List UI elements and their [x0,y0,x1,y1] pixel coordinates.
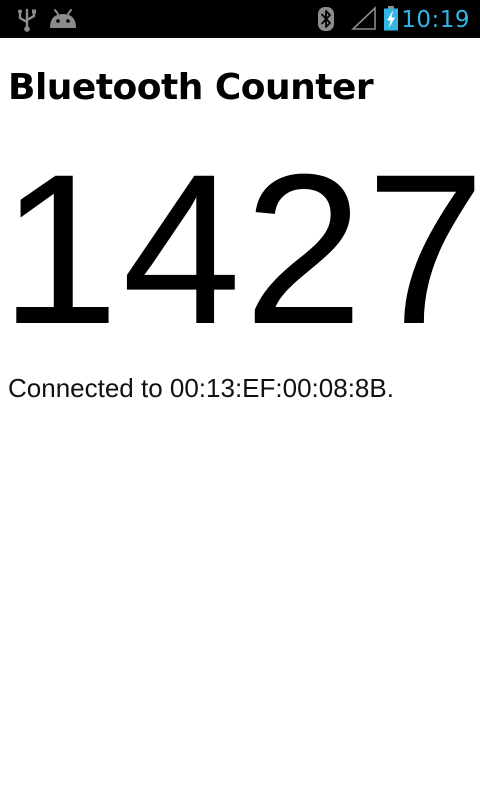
usb-icon [18,8,36,32]
signal-icon [351,6,376,30]
android-icon [50,9,76,28]
status-bar: 10:19 [0,0,480,38]
connection-status: Connected to 00:13:EF:00:08:8B. [8,373,394,403]
battery-charging-icon [384,6,398,31]
app-title: Bluetooth Counter [8,67,374,108]
counter-value: 1427 [0,130,480,369]
status-time: 10:19 [401,7,470,33]
bluetooth-icon [318,7,334,31]
